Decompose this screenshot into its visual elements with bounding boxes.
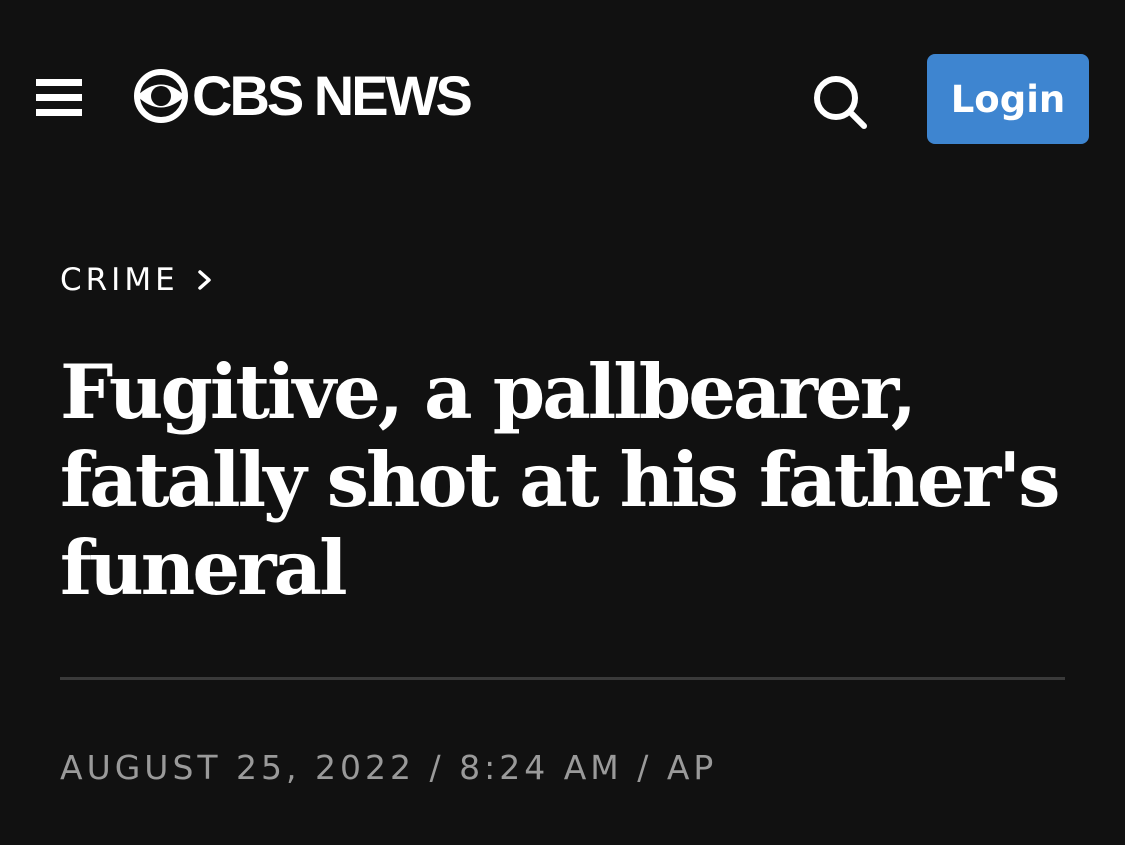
logo-text: CBS NEWS	[192, 64, 473, 127]
cbs-news-logo[interactable]: CBS NEWS	[134, 64, 473, 127]
breadcrumb-category-link[interactable]: CRIME	[60, 258, 213, 302]
divider	[60, 677, 1065, 680]
cbs-eye-icon	[134, 69, 188, 123]
hamburger-menu-icon[interactable]	[36, 75, 84, 119]
login-button[interactable]: Login	[927, 54, 1089, 144]
article-byline: AUGUST 25, 2022 / 8:24 AM / AP	[60, 748, 718, 787]
chevron-right-icon	[197, 270, 211, 290]
category-label: CRIME	[60, 262, 179, 298]
top-navigation-bar: CBS NEWS Login	[0, 0, 1125, 190]
search-icon	[814, 76, 867, 129]
search-button[interactable]	[810, 72, 870, 132]
article-headline: Fugitive, a pallbearer, fatally shot at …	[60, 348, 1060, 612]
